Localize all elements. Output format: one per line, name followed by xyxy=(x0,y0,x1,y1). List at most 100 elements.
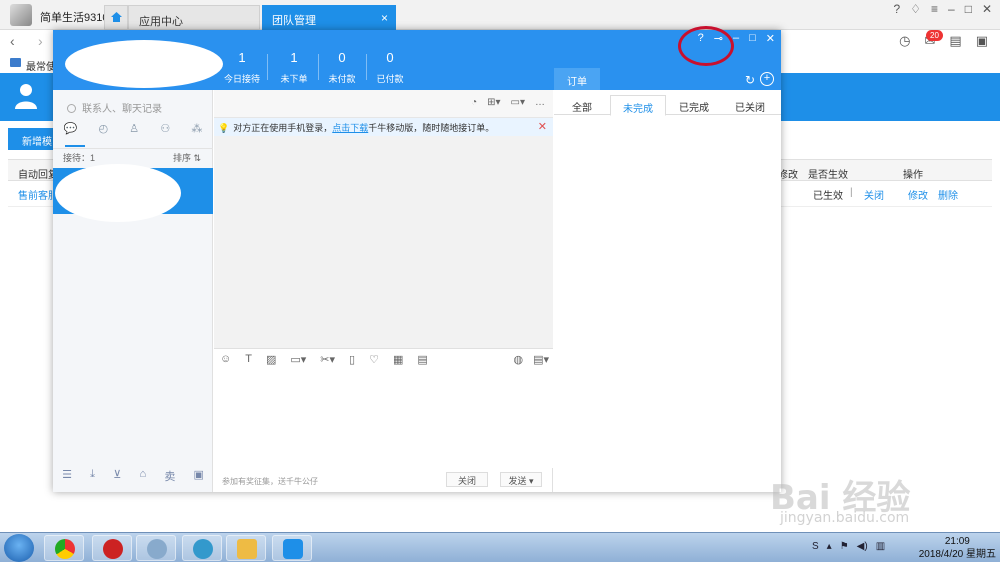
tab-closed[interactable]: 已关闭 xyxy=(722,95,778,114)
group-icon[interactable]: ⚇ xyxy=(160,122,170,144)
help-icon[interactable]: ? xyxy=(894,2,901,16)
paint-icon xyxy=(147,539,167,559)
new-template-button[interactable]: 新增模 xyxy=(8,128,58,150)
taskbar-chrome[interactable] xyxy=(44,535,84,561)
download-link[interactable]: 点击下载 xyxy=(332,123,368,133)
back-icon[interactable]: ‹ xyxy=(10,33,15,49)
close-icon[interactable]: ✕ xyxy=(766,32,775,45)
list-item[interactable] xyxy=(53,164,213,222)
sort-button[interactable]: 排序 ⇅ xyxy=(173,151,201,164)
taskbar-paint[interactable] xyxy=(136,535,176,561)
heart-icon[interactable]: ♡ xyxy=(369,353,379,366)
ime-icon[interactable]: S xyxy=(812,541,819,552)
recent-clock-icon[interactable]: ◴ xyxy=(98,122,108,144)
card-icon[interactable]: ▤ xyxy=(949,33,961,49)
mobile-notice-bar: 💡 对方正在使用手机登录，点击下载千牛移动版，随时随地接订单。 ✕ xyxy=(214,118,553,136)
folder-icon[interactable]: ▭▾ xyxy=(290,353,306,366)
promo-hint[interactable]: 参加有奖征集，送千牛公仔 xyxy=(222,476,318,487)
row-edit-link[interactable]: 修改 xyxy=(908,187,928,202)
video-icon[interactable]: ▭▾ xyxy=(511,97,525,108)
minimize-icon[interactable]: – xyxy=(733,32,739,45)
system-clock[interactable]: 21:09 2018/4/20 星期五 xyxy=(919,535,996,561)
chat-bubble-icon[interactable]: 💬 xyxy=(64,122,78,144)
menu-icon[interactable]: ☰ xyxy=(62,468,72,488)
download-icon[interactable]: ⤓ xyxy=(90,468,95,488)
message-input[interactable] xyxy=(214,368,553,468)
stat-not-ordered-value: 1 xyxy=(290,50,298,65)
menu-icon[interactable]: ≡ xyxy=(931,2,938,16)
close-tab-icon[interactable]: × xyxy=(381,11,388,25)
note-icon[interactable]: ▤ xyxy=(417,353,427,366)
forward-icon[interactable]: › xyxy=(38,33,43,49)
close-chat-button[interactable]: 关闭 xyxy=(446,472,488,487)
start-button[interactable] xyxy=(4,534,34,562)
tab-app-center[interactable]: 应用中心 xyxy=(128,5,260,30)
emoji-icon[interactable]: ☺ xyxy=(220,353,231,366)
row-delete-link[interactable]: 删除 xyxy=(938,187,958,202)
inbox-icon[interactable]: ⊻ xyxy=(113,468,121,488)
refresh-icon[interactable]: ↻ xyxy=(745,73,755,87)
chat-area: ◔ ⊞▾ ▭▾ … 💡 对方正在使用手机登录，点击下载千牛移动版，随时随地接订单。… xyxy=(214,90,553,492)
row-name[interactable]: 售前客服 xyxy=(18,187,58,202)
store-icon[interactable]: ▣ xyxy=(976,33,988,49)
header-effective: 是否生效 xyxy=(808,170,848,181)
clock-icon[interactable]: ◷ xyxy=(899,33,910,49)
tab-unfinished[interactable]: 未完成 xyxy=(610,95,666,116)
highlight-circle xyxy=(678,26,734,66)
profile-avatar[interactable] xyxy=(10,4,32,26)
browser-window-controls: ? ♢ ≡ – □ ✕ xyxy=(894,2,992,16)
close-notice-icon[interactable]: ✕ xyxy=(538,120,547,133)
more-icon[interactable]: … xyxy=(535,97,545,108)
add-order-icon[interactable]: + xyxy=(760,72,774,86)
tab-finished[interactable]: 已完成 xyxy=(666,95,722,114)
font-icon[interactable]: T xyxy=(245,353,252,366)
header-auto-reply: 自动回复 xyxy=(18,170,58,181)
tab-team-management[interactable]: 团队管理 × xyxy=(262,5,396,30)
image-icon[interactable]: ▨ xyxy=(266,353,276,366)
sell-icon[interactable]: 卖 xyxy=(164,468,175,488)
tab-orders[interactable]: 订单 xyxy=(554,68,600,90)
contact-person-icon[interactable]: ♙ xyxy=(129,122,139,144)
clock-time: 21:09 xyxy=(944,536,970,547)
notice-text-before: 对方正在使用手机登录， xyxy=(233,123,333,133)
close-icon[interactable]: ✕ xyxy=(982,2,992,16)
network-icon[interactable]: ▥ xyxy=(876,541,885,552)
home-tab[interactable] xyxy=(104,5,128,30)
taskbar-app-red[interactable] xyxy=(92,535,132,561)
profile-name[interactable]: 简单生活9310 xyxy=(40,9,108,25)
stat-paid[interactable]: 0 已付款 xyxy=(366,50,414,85)
maximize-icon[interactable]: □ xyxy=(965,2,972,16)
stat-today-reception[interactable]: 1 今日接待 xyxy=(218,50,266,85)
avatar[interactable] xyxy=(65,40,223,88)
taskbar-qianniu[interactable] xyxy=(272,535,312,561)
taskbar-explorer[interactable] xyxy=(226,535,266,561)
taskbar-ie[interactable] xyxy=(182,535,222,561)
volume-icon[interactable]: ◀) xyxy=(857,541,868,552)
chat-more-icon[interactable]: ◔ xyxy=(471,97,477,108)
search-input[interactable]: 联系人、聊天记录 xyxy=(67,100,162,115)
send-button[interactable]: 发送 ▾ xyxy=(500,472,542,487)
calendar-icon[interactable]: ▦ xyxy=(393,353,403,366)
maximize-icon[interactable]: □ xyxy=(749,32,756,45)
transfer-icon[interactable]: ⊞▾ xyxy=(487,97,500,108)
quick-reply-icon[interactable]: ◍ xyxy=(513,353,523,366)
minimize-icon[interactable]: – xyxy=(948,2,955,16)
order-panel: 全部 未完成 已完成 已关闭 xyxy=(554,90,781,492)
tray-expand-icon[interactable]: ▴ xyxy=(827,541,832,552)
stat-today-reception-label: 今日接待 xyxy=(223,74,260,84)
tab-all[interactable]: 全部 xyxy=(554,95,610,114)
window-icon[interactable]: ▣ xyxy=(194,468,204,488)
favorites-label[interactable]: 最常使 xyxy=(26,58,56,73)
notice-text-after: 千牛移动版，随时随地接订单。 xyxy=(368,123,495,133)
shop-icon[interactable]: ⌂ xyxy=(139,468,146,488)
scissors-icon[interactable]: ✂▾ xyxy=(320,353,335,366)
team-tree-icon[interactable]: ⁂ xyxy=(191,122,202,144)
stat-not-ordered[interactable]: 1 未下单 xyxy=(270,50,318,85)
stat-unpaid[interactable]: 0 未付款 xyxy=(318,50,366,85)
flag-icon[interactable]: ⚑ xyxy=(840,541,849,552)
history-icon[interactable]: ▤▾ xyxy=(533,353,549,366)
mail-badge: 20 xyxy=(926,30,943,41)
skin-icon[interactable]: ♢ xyxy=(910,2,921,16)
row-close-link[interactable]: 关闭 xyxy=(864,187,884,202)
shake-icon[interactable]: ▯ xyxy=(349,353,355,366)
